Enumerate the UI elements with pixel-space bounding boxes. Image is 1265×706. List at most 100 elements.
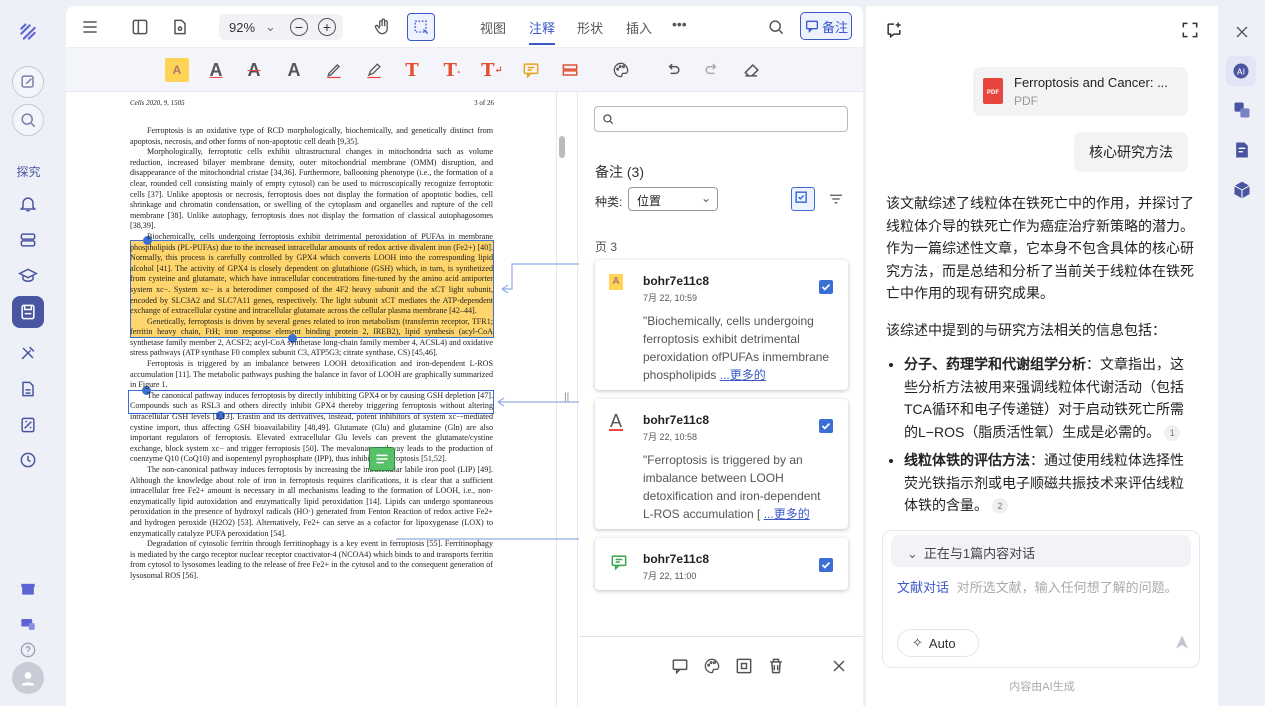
zoom-control[interactable]: 92% ⌄ − + <box>219 14 343 40</box>
sidebar-toggle-icon[interactable] <box>130 17 150 37</box>
divider <box>579 636 863 637</box>
chat-input[interactable]: 文献对话 对所选文献，输入任何想了解的问题。 <box>897 577 1178 596</box>
close-icon[interactable] <box>1230 20 1254 44</box>
tab-annotate[interactable]: 注释 <box>529 18 556 45</box>
ai-chat-panel: PDF Ferroptosis and Cancer: ... PDF 核心研究… <box>866 6 1218 706</box>
avatar[interactable] <box>12 662 44 694</box>
calculator-icon[interactable] <box>12 409 44 441</box>
zoom-in-icon[interactable]: + <box>317 18 336 36</box>
auto-mode-button[interactable]: ✧ Auto <box>897 629 979 657</box>
mode-label[interactable]: 文献对话 <box>897 580 949 595</box>
palette-icon[interactable] <box>702 656 722 676</box>
export-icon[interactable] <box>734 656 754 676</box>
annotation-checkbox[interactable] <box>819 558 833 572</box>
citation-badge[interactable]: 2 <box>991 498 1008 515</box>
trash-icon[interactable] <box>766 656 786 676</box>
annotations-title: 备注 (3) <box>595 164 644 180</box>
tab-shape[interactable]: 形状 <box>577 18 603 37</box>
strikethrough-tool-icon[interactable]: A <box>242 58 266 82</box>
fullscreen-icon[interactable] <box>1180 20 1200 40</box>
new-chat-icon[interactable] <box>884 20 904 40</box>
more-link[interactable]: ...更多的 <box>764 507 810 521</box>
annotation-checkbox[interactable] <box>819 419 833 433</box>
save-icon[interactable] <box>12 296 44 328</box>
paragraph: Biochemically, cells undergoing ferropto… <box>130 231 493 316</box>
eraser-icon[interactable] <box>740 58 764 82</box>
page-group-label: 页 3 <box>595 240 618 254</box>
tab-insert[interactable]: 插入 <box>626 18 652 37</box>
attached-file[interactable]: PDF Ferroptosis and Cancer: ... PDF <box>973 67 1188 116</box>
text-box-tool-icon[interactable]: T. <box>440 58 464 82</box>
filter-select[interactable]: 位置 ⌄ <box>628 187 718 211</box>
text-tool-icon[interactable]: T <box>400 58 424 82</box>
chevron-down-icon: ⌄ <box>700 191 711 205</box>
filter-icon[interactable] <box>827 190 845 208</box>
zoom-out-icon[interactable]: − <box>289 18 308 36</box>
close-icon[interactable] <box>829 656 849 676</box>
summary-icon[interactable] <box>1230 138 1254 162</box>
callout-tool-icon[interactable]: T ↵ <box>480 58 504 82</box>
cube-icon[interactable] <box>1230 178 1254 202</box>
note-tool-icon[interactable] <box>519 58 543 82</box>
send-icon[interactable] <box>1173 633 1193 653</box>
page-number: 3 of 26 <box>474 99 494 107</box>
tab-view[interactable]: 视图 <box>480 18 506 37</box>
palette-icon[interactable] <box>609 58 633 82</box>
more-link[interactable]: ...更多的 <box>720 368 766 382</box>
menu-icon[interactable] <box>80 17 100 37</box>
annotation-search-input[interactable] <box>594 106 848 132</box>
chevron-down-icon[interactable]: ⌄ <box>265 19 276 35</box>
edit-icon[interactable] <box>12 66 44 98</box>
comment-icon <box>804 18 820 34</box>
connector-lines <box>396 263 582 540</box>
file-icon[interactable] <box>170 17 190 37</box>
squiggly-tool-icon[interactable]: A <box>282 58 306 82</box>
explore-label[interactable]: 探究 <box>0 163 57 180</box>
highlight-tool-icon[interactable]: A <box>165 58 189 82</box>
more-icon[interactable]: ••• <box>672 16 687 32</box>
underline-tool-icon[interactable]: A <box>204 58 228 82</box>
translate-icon[interactable] <box>1230 98 1254 122</box>
annotation-checkbox[interactable] <box>819 280 833 294</box>
tools-icon[interactable] <box>12 337 44 369</box>
ai-assistant-icon[interactable]: AI <box>1226 56 1256 86</box>
pdf-page[interactable]: Cells 2020, 9, 1505 3 of 26 Ferroptosis … <box>66 92 556 706</box>
search-icon[interactable] <box>12 104 44 136</box>
memo-button[interactable]: 备注 <box>800 12 852 40</box>
layers-icon[interactable] <box>12 224 44 256</box>
input-placeholder: 对所选文献，输入任何想了解的问题。 <box>956 580 1178 595</box>
bell-icon[interactable] <box>12 188 44 220</box>
annotation-author: bohr7e11c8 <box>643 552 710 566</box>
annotation-card[interactable]: bohr7e11c8 7月 22, 11:00 <box>595 538 848 590</box>
comment-icon[interactable] <box>670 656 690 676</box>
user-message: 核心研究方法 <box>1074 132 1188 172</box>
answer-paragraph: 该文献综述了线粒体在铁死亡中的作用，并探讨了线粒体介导的铁死亡作为癌症治疗新策略… <box>886 195 1194 301</box>
search-icon[interactable] <box>765 16 787 38</box>
document-icon[interactable] <box>12 373 44 405</box>
context-toggle[interactable]: ⌄ 正在与1篇内容对话 <box>891 535 1191 567</box>
sticky-note-icon[interactable] <box>369 447 395 471</box>
undo-icon[interactable] <box>661 58 685 82</box>
history-icon[interactable] <box>12 444 44 476</box>
replace-text-tool-icon[interactable] <box>558 58 582 82</box>
citation-badge[interactable]: 1 <box>1164 424 1181 441</box>
hand-tool-icon[interactable] <box>372 16 394 38</box>
annotation-date: 7月 22, 10:59 <box>643 293 698 303</box>
app-logo-icon[interactable] <box>12 16 44 48</box>
marker-tool-icon[interactable] <box>362 58 386 82</box>
annotation-date: 7月 22, 10:58 <box>643 432 698 442</box>
ai-answer: 该文献综述了线粒体在铁死亡中的作用，并探讨了线粒体介导的铁死亡作为癌症治疗新策略… <box>886 192 1196 523</box>
annotation-author: bohr7e11c8 <box>643 413 710 427</box>
right-rail: AI <box>1218 0 1265 706</box>
answer-bullet: 线粒体铁的评估方法：通过使用线粒体选择性荧光铁指示剂或电子顺磁共振技术来评估线粒… <box>904 449 1196 517</box>
gift-icon[interactable] <box>12 572 44 604</box>
annotation-card[interactable]: A bohr7e11c8 7月 22, 10:58 "Ferroptosis i… <box>595 399 848 529</box>
annotation-card[interactable]: A bohr7e11c8 7月 22, 10:59 "Biochemically… <box>595 260 848 390</box>
redo-icon[interactable] <box>700 58 724 82</box>
annotation-date: 7月 22, 11:00 <box>643 571 697 581</box>
scrollbar-thumb[interactable] <box>559 136 565 158</box>
graduation-cap-icon[interactable] <box>12 260 44 292</box>
pen-tool-icon[interactable] <box>322 58 346 82</box>
select-all-icon[interactable] <box>791 187 815 211</box>
select-tool-icon[interactable] <box>407 13 435 41</box>
